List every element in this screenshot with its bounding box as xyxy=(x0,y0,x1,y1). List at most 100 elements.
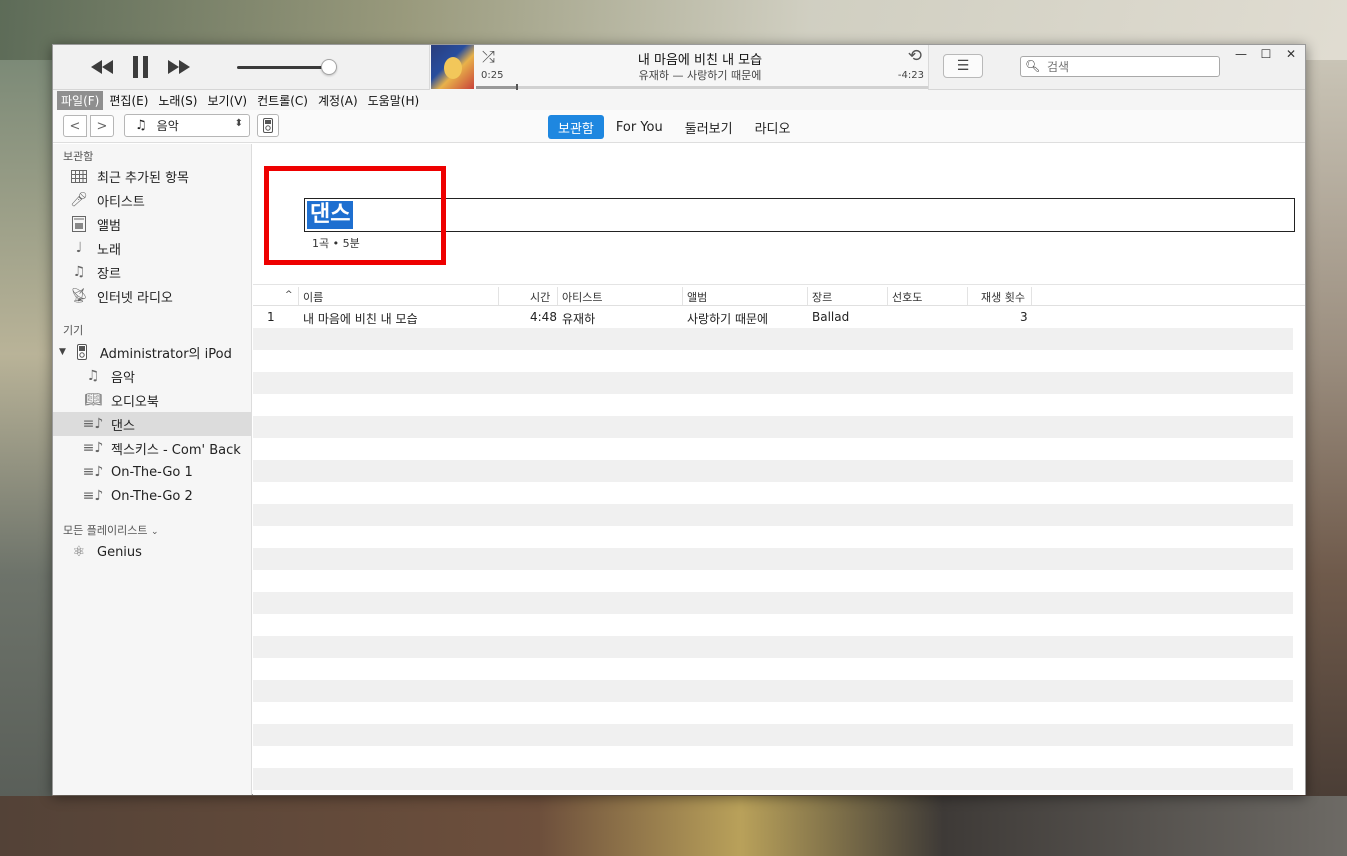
desktop-wallpaper-bottom xyxy=(0,796,1347,856)
disclosure-triangle-icon[interactable]: ▼ xyxy=(59,347,66,357)
sidebar-item-label: 인터넷 라디오 xyxy=(97,290,173,306)
playlists-header-label: 모든 플레이리스트 xyxy=(63,524,148,537)
column-header-plays[interactable]: 재생 횟수 xyxy=(981,289,1025,305)
sidebar-item-device[interactable]: ▼ Administrator의 iPod xyxy=(53,340,251,364)
column-header-album[interactable]: 앨범 xyxy=(687,289,707,305)
column-divider xyxy=(967,287,968,305)
now-playing-subtitle: 유재하 — 사랑하기 때문에 xyxy=(638,69,762,82)
media-kind-label: 음악 xyxy=(156,119,179,133)
empty-table-row xyxy=(253,548,1293,570)
sidebar-item-internet-radio[interactable]: 📡︎ 인터넷 라디오 xyxy=(53,284,251,308)
column-header-rating[interactable]: 선호도 xyxy=(892,289,922,305)
media-kind-select[interactable]: ♫ 음악 ⬍ xyxy=(124,114,250,137)
empty-table-row xyxy=(253,724,1293,746)
row-artist: 유재하 xyxy=(562,312,596,326)
empty-table-row xyxy=(253,482,1293,504)
column-header-time[interactable]: 시간 xyxy=(530,289,550,305)
sidebar-item-on-the-go-1[interactable]: ≡♪ On-The-Go 1 xyxy=(53,460,251,484)
sidebar-item-recent[interactable]: 최근 추가된 항목 xyxy=(53,164,251,188)
menu-song[interactable]: 노래(S) xyxy=(154,91,201,110)
column-divider xyxy=(298,287,299,305)
volume-knob[interactable] xyxy=(321,59,337,75)
empty-table-row xyxy=(253,592,1293,614)
album-art[interactable] xyxy=(431,45,474,89)
main-content: 댄스 1곡 • 5분 ^ 이름 시간 아티스트 앨범 장르 선호도 재생 횟수 xyxy=(253,144,1305,795)
tab-bar: 보관함 For You 둘러보기 라디오 xyxy=(548,115,802,139)
note-icon: ♩ xyxy=(75,240,83,256)
forward-button[interactable]: > xyxy=(90,115,114,137)
table-scroll-gutter xyxy=(1293,306,1305,795)
menu-account[interactable]: 계정(A) xyxy=(314,91,362,110)
pause-button[interactable] xyxy=(130,55,152,79)
sidebar-item-audiobooks[interactable]: 📖︎ 오디오북 xyxy=(53,388,251,412)
progress-bar[interactable] xyxy=(476,84,928,90)
search-field[interactable]: 🔍︎ xyxy=(1020,56,1220,77)
minimize-icon[interactable]: — xyxy=(1233,47,1249,61)
close-icon[interactable]: ✕ xyxy=(1283,47,1299,61)
sidebar-item-playlist-sechskies[interactable]: ≡♪ 젝스키스 - Com' Back xyxy=(53,436,251,460)
sidebar-item-label: 젝스키스 - Com' Back xyxy=(111,442,241,458)
sidebar-item-on-the-go-2[interactable]: ≡♪ On-The-Go 2 xyxy=(53,484,251,508)
playlists-header[interactable]: 모든 플레이리스트 ⌄ xyxy=(63,522,159,538)
menu-view[interactable]: 보기(V) xyxy=(203,91,251,110)
sidebar-item-genres[interactable]: ♫ 장르 xyxy=(53,260,251,284)
desktop-wallpaper-left xyxy=(0,60,52,796)
tab-for-you[interactable]: For You xyxy=(606,115,673,139)
column-header-genre[interactable]: 장르 xyxy=(812,289,832,305)
table-row[interactable]: 1 내 마음에 비친 내 모습 4:48 유재하 사랑하기 때문에 Ballad… xyxy=(253,306,1293,328)
volume-slider[interactable] xyxy=(237,66,329,69)
sidebar-item-label: 앨범 xyxy=(97,218,121,234)
empty-table-row xyxy=(253,702,1293,724)
sidebar-item-songs[interactable]: ♩ 노래 xyxy=(53,236,251,260)
album-icon xyxy=(69,214,89,234)
back-button[interactable]: < xyxy=(63,115,87,137)
device-name: Administrator의 iPod xyxy=(99,346,232,362)
sidebar-item-label: 최근 추가된 항목 xyxy=(97,170,189,186)
sidebar-item-playlist-dance[interactable]: ≡♪ 댄스 xyxy=(53,412,251,436)
tab-browse[interactable]: 둘러보기 xyxy=(675,115,743,139)
menu-file[interactable]: 파일(F) xyxy=(57,90,104,110)
tab-radio[interactable]: 라디오 xyxy=(745,115,801,139)
library-header: 보관함 xyxy=(63,150,94,163)
sort-ascending-icon[interactable]: ^ xyxy=(285,290,293,306)
menu-edit[interactable]: 편집(E) xyxy=(105,91,152,110)
repeat-icon[interactable]: ⟲ xyxy=(908,46,922,66)
empty-table-row xyxy=(253,658,1293,680)
tab-library[interactable]: 보관함 xyxy=(548,115,604,139)
sidebar-item-albums[interactable]: 앨범 xyxy=(53,212,251,236)
genre-icon: ♫ xyxy=(72,264,86,280)
desktop-wallpaper-right xyxy=(1306,60,1347,796)
column-divider xyxy=(1031,287,1032,305)
next-button[interactable] xyxy=(166,55,192,79)
remaining-time: -4:23 xyxy=(897,70,924,81)
sidebar-item-device-music[interactable]: ♫ 음악 xyxy=(53,364,251,388)
column-divider xyxy=(887,287,888,305)
device-button[interactable] xyxy=(257,114,279,137)
playlist-icon: ≡♪ xyxy=(82,440,104,456)
chevron-updown-icon: ⬍ xyxy=(234,118,243,129)
elapsed-time: 0:25 xyxy=(481,70,504,81)
sidebar-item-artists[interactable]: 🎤︎ 아티스트 xyxy=(53,188,251,212)
empty-table-row xyxy=(253,636,1293,658)
highlight-annotation-box xyxy=(264,166,446,265)
sidebar-item-label: On-The-Go 1 xyxy=(111,464,193,480)
search-input[interactable] xyxy=(1047,59,1215,74)
sidebar-item-label: 오디오북 xyxy=(111,394,159,410)
chevron-left-icon: < xyxy=(69,118,81,134)
maximize-icon[interactable]: ☐ xyxy=(1258,47,1274,61)
sidebar-item-genius[interactable]: ⚛ Genius xyxy=(53,540,251,564)
column-header-artist[interactable]: 아티스트 xyxy=(562,289,602,305)
menu-controls[interactable]: 컨트롤(C) xyxy=(253,91,312,110)
now-playing-title: 내 마음에 비친 내 모습 xyxy=(637,53,763,68)
itunes-window: ⤮ 내 마음에 비친 내 모습 유재하 — 사랑하기 때문에 0:25 -4:2… xyxy=(52,44,1306,795)
empty-table-row xyxy=(253,768,1293,790)
ipod-icon xyxy=(263,118,273,133)
playlist-title-editor[interactable]: 댄스 xyxy=(304,198,1295,232)
previous-button[interactable] xyxy=(89,55,115,79)
empty-table-row xyxy=(253,372,1293,394)
menu-help[interactable]: 도움말(H) xyxy=(364,91,424,110)
sidebar-item-label: 노래 xyxy=(97,242,121,258)
column-header-name[interactable]: 이름 xyxy=(303,289,323,305)
list-icon: ☰ xyxy=(956,58,970,74)
up-next-button[interactable]: ☰ xyxy=(943,54,983,78)
